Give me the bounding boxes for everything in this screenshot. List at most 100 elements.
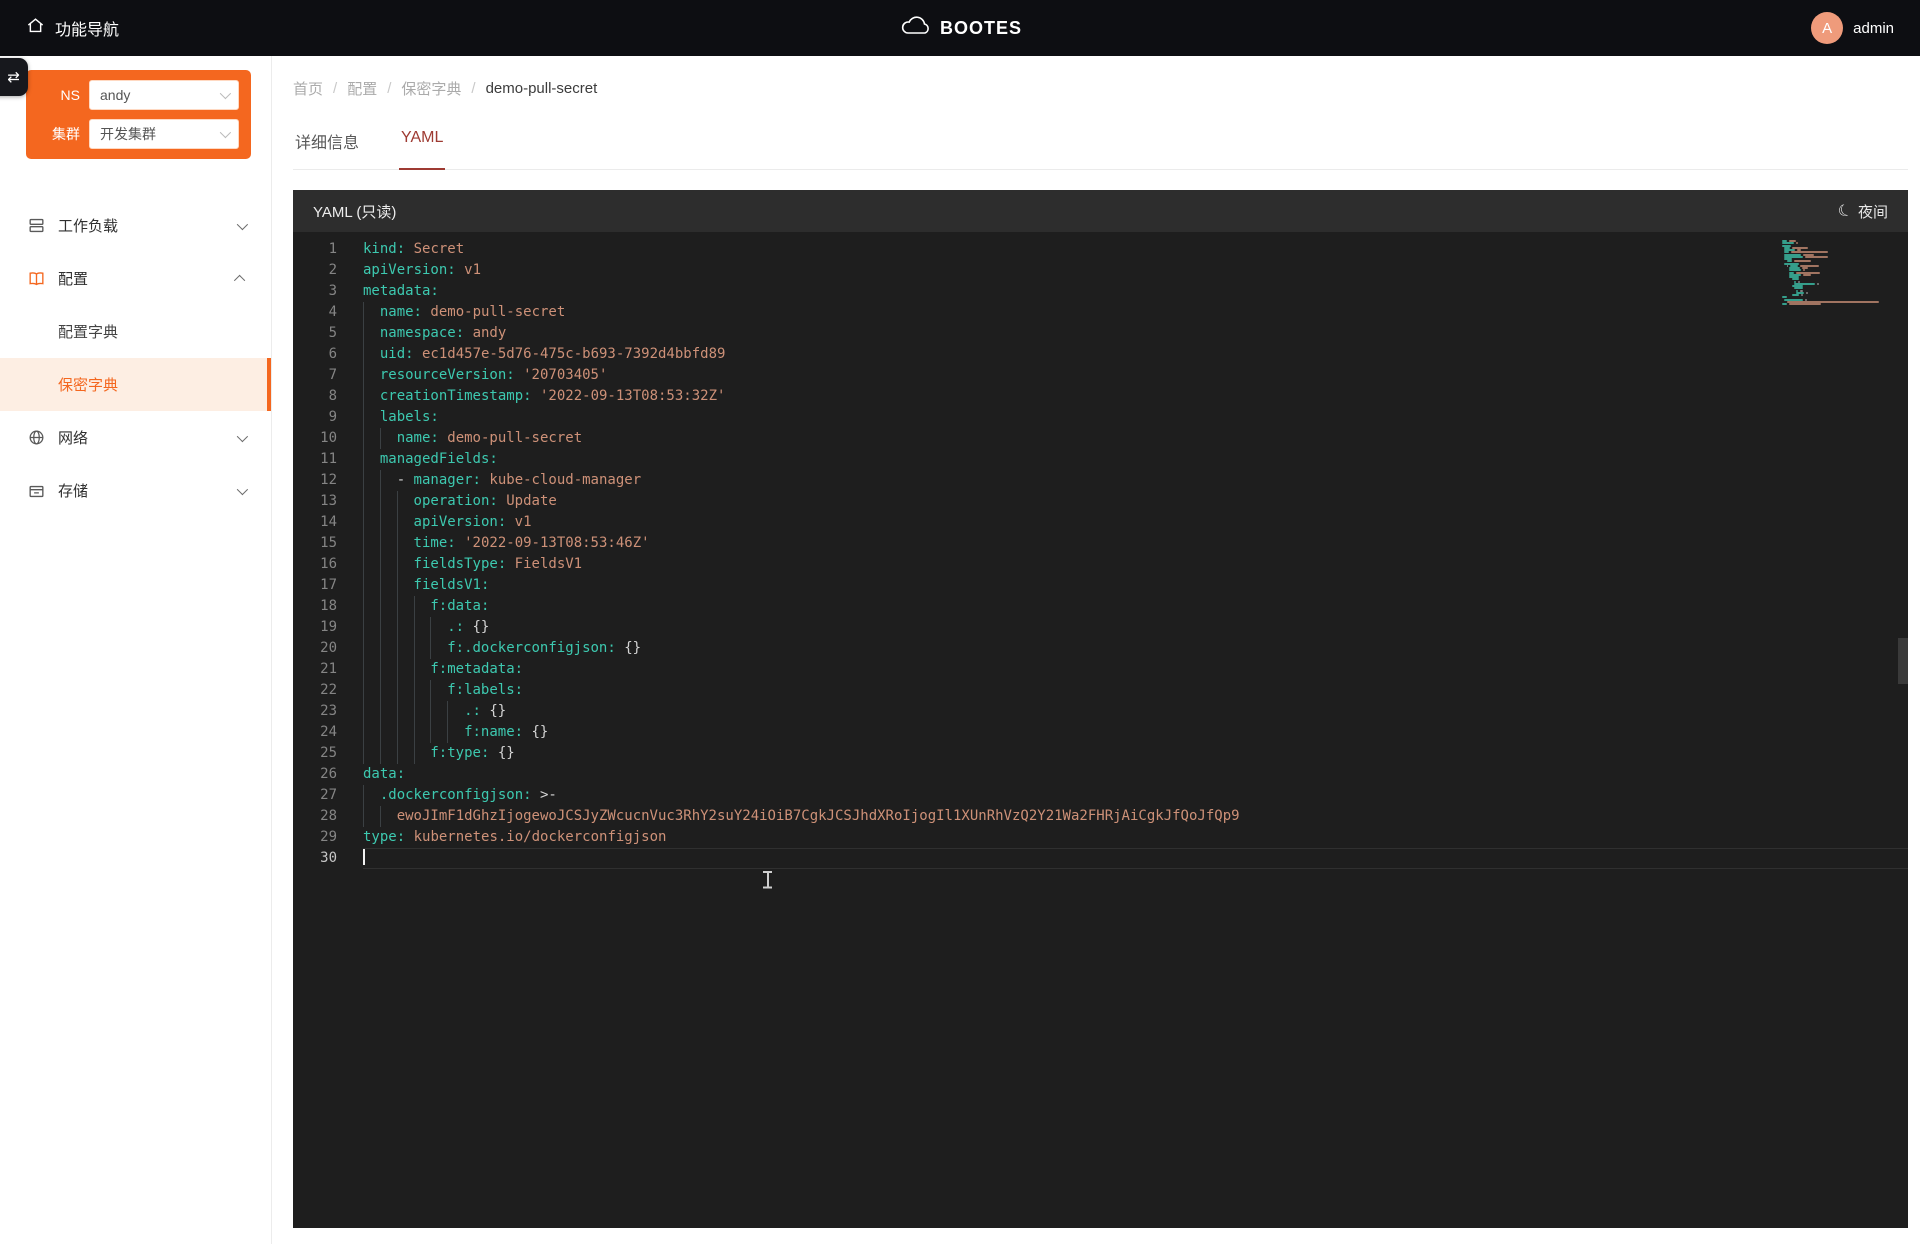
line-number: 22	[293, 680, 363, 701]
namespace-select[interactable]: andy	[89, 80, 239, 110]
sidebar-subitem-configmap[interactable]: 配置字典	[0, 305, 271, 358]
line-number: 13	[293, 491, 363, 512]
code-line[interactable]: type: kubernetes.io/dockerconfigjson	[363, 827, 1908, 848]
code-lines[interactable]: kind: SecretapiVersion: v1metadata:name:…	[363, 239, 1908, 869]
sidebar-collapse-button[interactable]: ⇄	[0, 58, 28, 96]
line-number: 12	[293, 470, 363, 491]
code-line[interactable]: creationTimestamp: '2022-09-13T08:53:32Z…	[363, 386, 1908, 407]
code-line[interactable]: fieldsV1:	[363, 575, 1908, 596]
indent-guide	[363, 365, 380, 386]
sidebar-item-network[interactable]: 网络	[0, 411, 271, 464]
sidebar-item-workloads[interactable]: 工作负载	[0, 199, 271, 252]
sidebar-item-label: 网络	[58, 427, 237, 448]
code-token: kind:	[363, 241, 405, 257]
tab-yaml[interactable]: YAML	[399, 123, 445, 170]
code-token: creationTimestamp:	[380, 388, 532, 404]
nav-home-button[interactable]: 功能导航	[26, 16, 119, 40]
code-line[interactable]: data:	[363, 764, 1908, 785]
code-token: v1	[456, 262, 481, 278]
code-token: data:	[363, 766, 405, 782]
code-line[interactable]: name: demo-pull-secret	[363, 428, 1908, 449]
code-line[interactable]: f:type: {}	[363, 743, 1908, 764]
indent-guide	[414, 701, 431, 722]
breadcrumb-home[interactable]: 首页	[293, 78, 323, 99]
code-line[interactable]: name: demo-pull-secret	[363, 302, 1908, 323]
breadcrumb-config[interactable]: 配置	[347, 78, 377, 99]
code-line[interactable]: apiVersion: v1	[363, 260, 1908, 281]
namespace-label: NS	[38, 87, 80, 103]
code-editor[interactable]: 1234567891011121314151617181920212223242…	[293, 232, 1908, 1228]
code-line[interactable]: f:metadata:	[363, 659, 1908, 680]
sidebar-subitem-label: 保密字典	[58, 374, 118, 395]
line-number: 21	[293, 659, 363, 680]
code-line[interactable]: .: {}	[363, 701, 1908, 722]
code-line[interactable]: f:data:	[363, 596, 1908, 617]
minimap-line	[1782, 305, 1892, 307]
indent-guide	[363, 470, 380, 491]
code-line[interactable]: time: '2022-09-13T08:53:46Z'	[363, 533, 1908, 554]
line-number: 29	[293, 827, 363, 848]
breadcrumb-secret-dict[interactable]: 保密字典	[401, 78, 461, 99]
code-line[interactable]: f:.dockerconfigjson: {}	[363, 638, 1908, 659]
sidebar-subitem-secret[interactable]: 保密字典	[0, 358, 271, 411]
code-line[interactable]: fieldsType: FieldsV1	[363, 554, 1908, 575]
cluster-select[interactable]: 开发集群	[89, 119, 239, 149]
code-line[interactable]: f:name: {}	[363, 722, 1908, 743]
tab-details[interactable]: 详细信息	[293, 123, 361, 170]
text-caret	[363, 849, 365, 865]
code-line[interactable]: f:labels:	[363, 680, 1908, 701]
code-token: {}	[523, 724, 548, 740]
code-token: andy	[464, 325, 506, 341]
code-line[interactable]: ewoJImF1dGhzIjogewoJCSJyZWcucnVuc3RhY2su…	[363, 806, 1908, 827]
code-token: FieldsV1	[506, 556, 582, 572]
code-line[interactable]: labels:	[363, 407, 1908, 428]
code-line[interactable]: .dockerconfigjson: >-	[363, 785, 1908, 806]
code-line[interactable]: namespace: andy	[363, 323, 1908, 344]
indent-guide	[430, 680, 447, 701]
indent-guide	[380, 701, 397, 722]
code-line[interactable]: apiVersion: v1	[363, 512, 1908, 533]
user-menu[interactable]: A admin	[1811, 12, 1894, 44]
code-line[interactable]: operation: Update	[363, 491, 1908, 512]
code-token: -	[397, 472, 414, 488]
editor-scrollbar-thumb[interactable]	[1898, 638, 1908, 684]
code-line[interactable]: - manager: kube-cloud-manager	[363, 470, 1908, 491]
indent-guide	[380, 659, 397, 680]
line-number: 20	[293, 638, 363, 659]
indent-guide	[447, 701, 464, 722]
code-line[interactable]: kind: Secret	[363, 239, 1908, 260]
workload-icon	[26, 216, 46, 236]
minimap[interactable]	[1782, 240, 1892, 308]
line-number: 19	[293, 617, 363, 638]
code-line[interactable]: .: {}	[363, 617, 1908, 638]
indent-guide	[397, 575, 414, 596]
code-line[interactable]: managedFields:	[363, 449, 1908, 470]
line-number: 14	[293, 512, 363, 533]
sidebar-item-config[interactable]: 配置	[0, 252, 271, 305]
line-number: 7	[293, 365, 363, 386]
indent-guide	[380, 470, 397, 491]
night-mode-toggle[interactable]: ☾ 夜间	[1838, 201, 1888, 222]
home-icon	[26, 16, 45, 40]
code-line[interactable]: metadata:	[363, 281, 1908, 302]
indent-guide	[397, 680, 414, 701]
indent-guide	[363, 617, 380, 638]
line-number: 24	[293, 722, 363, 743]
code-token: {}	[489, 745, 514, 761]
indent-guide	[414, 743, 431, 764]
code-line[interactable]	[363, 848, 1908, 869]
code-line[interactable]: uid: ec1d457e-5d76-475c-b693-7392d4bbfd8…	[363, 344, 1908, 365]
code-token: f:metadata:	[430, 661, 523, 677]
breadcrumb-separator: /	[471, 80, 475, 97]
indent-guide	[363, 596, 380, 617]
mouse-ibeam-cursor	[762, 870, 773, 890]
namespace-filter-row: NS andy	[38, 80, 239, 110]
code-line[interactable]: resourceVersion: '20703405'	[363, 365, 1908, 386]
indent-guide	[363, 407, 380, 428]
collapse-arrows-icon: ⇄	[7, 68, 20, 86]
sidebar-item-storage[interactable]: 存储	[0, 464, 271, 517]
code-token: manager:	[414, 472, 481, 488]
indent-guide	[397, 512, 414, 533]
indent-guide	[363, 659, 380, 680]
indent-guide	[397, 596, 414, 617]
